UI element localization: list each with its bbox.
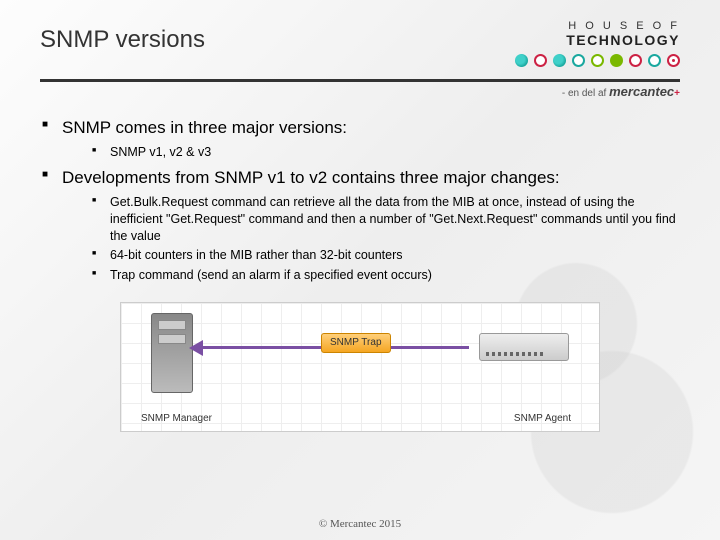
brand-dots xyxy=(515,54,680,67)
agent-label: SNMP Agent xyxy=(514,412,571,426)
dot-icon xyxy=(610,54,623,67)
header: SNMP versions H O U S E O F TECHNOLOGY xyxy=(40,20,680,67)
subbrand-name: mercantec xyxy=(609,84,674,99)
brand-logo: H O U S E O F TECHNOLOGY xyxy=(515,20,680,67)
content: SNMP comes in three major versions: SNMP… xyxy=(40,117,680,432)
dot-icon xyxy=(629,54,642,67)
bullet-level2: Trap command (send an alarm if a specifi… xyxy=(92,267,680,284)
divider xyxy=(40,79,680,82)
bullet-text: SNMP comes in three major versions: xyxy=(62,118,347,137)
bullet-text: Developments from SNMP v1 to v2 contains… xyxy=(62,168,560,187)
brand-line1: H O U S E O F xyxy=(515,20,680,32)
subbrand-prefix: - en del af xyxy=(562,88,609,99)
trap-label: SNMP Trap xyxy=(321,333,391,353)
arrow-head-icon xyxy=(189,340,203,356)
manager-label: SNMP Manager xyxy=(141,412,212,426)
footer-copyright: © Mercantec 2015 xyxy=(0,518,720,530)
bullet-level2: 64-bit counters in the MIB rather than 3… xyxy=(92,247,680,264)
slide: SNMP versions H O U S E O F TECHNOLOGY -… xyxy=(0,0,720,540)
page-title: SNMP versions xyxy=(40,26,205,54)
dot-icon xyxy=(591,54,604,67)
snmp-trap-diagram: SNMP Trap SNMP Manager SNMP Agent xyxy=(120,302,600,432)
bullet-level2: Get.Bulk.Request command can retrieve al… xyxy=(92,194,680,245)
bullet-level2: SNMP v1, v2 & v3 xyxy=(92,144,680,161)
dot-icon xyxy=(515,54,528,67)
server-icon xyxy=(151,313,193,393)
dot-icon xyxy=(553,54,566,67)
dot-icon xyxy=(648,54,661,67)
dot-icon xyxy=(572,54,585,67)
dot-icon xyxy=(667,54,680,67)
bullet-level1: Developments from SNMP v1 to v2 contains… xyxy=(40,167,680,284)
brand-line2: TECHNOLOGY xyxy=(515,32,680,48)
subbrand: - en del af mercantec+ xyxy=(40,84,680,99)
bullet-level1: SNMP comes in three major versions: SNMP… xyxy=(40,117,680,161)
dot-icon xyxy=(534,54,547,67)
subbrand-plus: + xyxy=(674,88,680,99)
network-device-icon xyxy=(479,333,569,361)
